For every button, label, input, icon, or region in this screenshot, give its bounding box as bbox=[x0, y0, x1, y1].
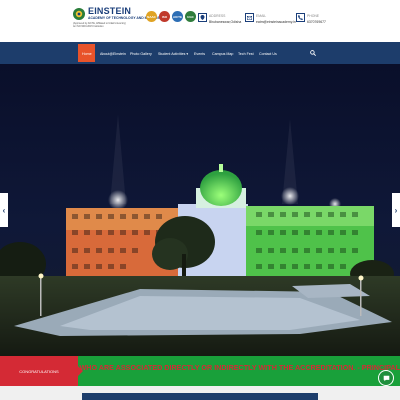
main-nav: Home About@Einstein Photo Gallery Studen… bbox=[0, 42, 400, 64]
slider-next-button[interactable]: › bbox=[392, 193, 400, 227]
nav-item-campus-map[interactable]: Campus Map bbox=[212, 52, 233, 56]
email-value[interactable]: eatm@einsteinacademy.in bbox=[256, 20, 296, 24]
nav-item-student-activities[interactable]: Student Activities ▾ bbox=[158, 52, 188, 56]
badge-naac: NAAC bbox=[146, 11, 157, 22]
nav-item-home[interactable]: Home bbox=[78, 44, 95, 62]
accreditation-badges: NAAC ISO AICTE UGC bbox=[146, 11, 196, 22]
logo-name[interactable]: EINSTEIN bbox=[88, 6, 131, 16]
chat-icon bbox=[383, 375, 389, 381]
slider-prev-button[interactable]: ‹ bbox=[0, 193, 8, 227]
envelope-icon bbox=[245, 13, 254, 22]
nav-item-events[interactable]: Events bbox=[194, 52, 205, 56]
nav-item-tech-fest[interactable]: Tech Fest bbox=[238, 52, 254, 56]
ticker-message-text: CONGRATULATIONS TO ALL THOSE WHO ARE ASS… bbox=[78, 363, 400, 372]
map-marker-icon bbox=[198, 13, 207, 22]
chat-button[interactable] bbox=[378, 370, 394, 386]
nav-item-contact-us[interactable]: Contact Us bbox=[259, 52, 277, 56]
ticker-label: CONGRATULATIONS bbox=[0, 356, 83, 386]
news-ticker: CONGRATULATIONS CONGRATULATIONS TO ALL T… bbox=[0, 356, 400, 386]
search-icon[interactable] bbox=[310, 50, 316, 56]
ticker-label-text: CONGRATULATIONS bbox=[19, 368, 59, 374]
phone-icon bbox=[296, 13, 305, 22]
section-bar bbox=[82, 393, 318, 400]
hero-slider: ‹ › bbox=[0, 64, 400, 356]
phone-label: PHONE bbox=[307, 14, 320, 18]
ticker-message[interactable]: CONGRATULATIONS TO ALL THOSE WHO ARE ASS… bbox=[78, 363, 400, 372]
campus-night-image bbox=[0, 64, 400, 356]
email-label: EMAIL bbox=[256, 14, 267, 18]
logo-iso: An ISO 9001:2015 Institution bbox=[73, 25, 104, 28]
nav-item-about[interactable]: About@Einstein bbox=[100, 52, 126, 56]
badge-iso: ISO bbox=[159, 11, 170, 22]
chevron-right-icon: › bbox=[394, 205, 398, 215]
site-header: EINSTEIN ACADEMY OF TECHNOLOGY AND MANAG… bbox=[0, 0, 400, 42]
nav-home-label: Home bbox=[82, 52, 92, 56]
address-value: Bhubaneswar,Odisha bbox=[209, 20, 242, 24]
phone-value[interactable]: 6370769677 bbox=[307, 20, 326, 24]
gear-logo-icon[interactable] bbox=[72, 7, 86, 21]
nav-item-photo-gallery[interactable]: Photo Gallery bbox=[130, 52, 152, 56]
badge-aicte: AICTE bbox=[172, 11, 183, 22]
chevron-left-icon: ‹ bbox=[2, 205, 6, 215]
address-label: ADDRESS bbox=[209, 14, 226, 18]
badge-ugc: UGC bbox=[185, 11, 196, 22]
